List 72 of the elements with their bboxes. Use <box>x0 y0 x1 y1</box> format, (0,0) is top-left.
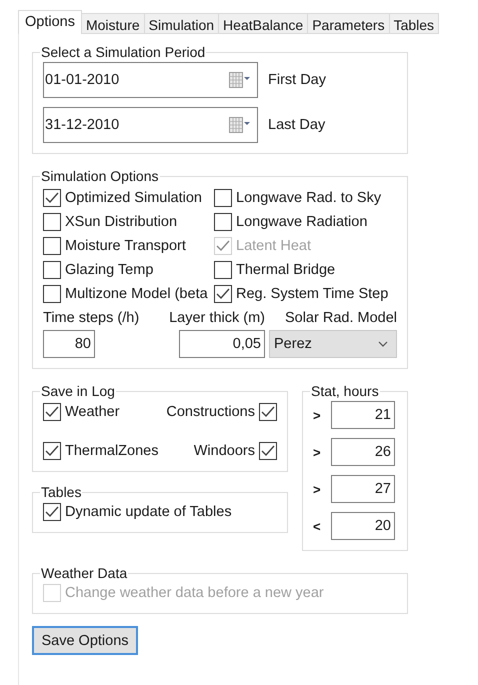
checkbox-label: Constructions <box>166 404 255 420</box>
checkbox[interactable] <box>214 285 232 303</box>
checkmark-icon <box>45 406 59 418</box>
checkbox-label: XSun Distribution <box>65 214 178 230</box>
checkbox[interactable] <box>43 503 61 521</box>
calendar-dropdown-icon[interactable] <box>229 72 251 88</box>
input-field[interactable]: 80 <box>43 330 95 358</box>
operator-label: > <box>313 482 322 496</box>
checkbox-label: Longwave Radiation <box>236 214 368 230</box>
date-label: First Day <box>268 72 326 88</box>
checkbox[interactable] <box>259 403 277 421</box>
tab[interactable]: HeatBalance <box>218 13 308 34</box>
group-title: Select a Simulation Period <box>40 44 206 60</box>
checkmark-icon <box>261 445 275 457</box>
tab[interactable]: Parameters <box>307 13 390 34</box>
checkbox-label: ThermalZones <box>65 443 158 459</box>
chevron-down-icon <box>378 341 388 347</box>
date-field[interactable]: 01-01-2010 <box>43 62 258 98</box>
checkbox-label: Thermal Bridge <box>236 262 336 278</box>
tab[interactable]: Simulation <box>144 13 220 34</box>
checkbox-label: Latent Heat <box>236 238 311 254</box>
tab[interactable]: Moisture <box>80 13 145 34</box>
group-title: Simulation Options <box>40 168 160 184</box>
checkbox[interactable] <box>214 213 232 231</box>
checkbox-label: Multizone Model (beta <box>65 286 208 302</box>
checkbox[interactable] <box>214 261 232 279</box>
checkbox-label: Reg. System Time Step <box>236 286 388 302</box>
input-field[interactable]: 0,05 <box>179 330 265 358</box>
group-title: Weather Data <box>40 565 128 581</box>
checkbox-label: Weather <box>65 404 120 420</box>
operator-label: > <box>313 408 322 422</box>
checkbox-label: Windoors <box>194 443 255 459</box>
save-options-button[interactable]: Save Options <box>32 626 138 655</box>
tab[interactable]: Tables <box>388 13 440 34</box>
tab[interactable]: Options <box>18 10 82 34</box>
field-label: Solar Rad. Model <box>284 310 397 326</box>
checkbox-label: Change weather data before a new year <box>65 585 324 601</box>
input-field[interactable]: 27 <box>331 475 395 503</box>
checkbox[interactable] <box>43 261 61 279</box>
dropdown[interactable]: Perez <box>269 330 397 358</box>
operator-label: < <box>313 518 322 534</box>
checkbox[interactable] <box>259 442 277 460</box>
group-title: Tables <box>40 484 82 500</box>
checkbox-label: Longwave Rad. to Sky <box>236 190 382 206</box>
checkbox-label: Optimized Simulation <box>65 190 202 206</box>
operator-label: > <box>313 444 322 460</box>
input-field[interactable]: 20 <box>331 512 395 540</box>
input-field[interactable]: 21 <box>331 401 395 429</box>
checkmark-icon <box>261 406 275 418</box>
checkbox-label: Dynamic update of Tables <box>65 504 232 520</box>
checkbox[interactable] <box>43 189 61 207</box>
group-title: Save in Log <box>40 383 116 399</box>
checkbox-label: Glazing Temp <box>65 262 154 278</box>
field-label: Layer thick (m) <box>169 310 265 326</box>
field-label: Time steps (/h) <box>43 310 140 326</box>
input-field[interactable]: 26 <box>331 438 395 466</box>
date-label: Last Day <box>268 117 326 133</box>
checkbox[interactable] <box>43 285 61 303</box>
checkmark-icon <box>216 240 230 252</box>
checkbox[interactable] <box>43 237 61 255</box>
checkmark-icon <box>45 192 59 204</box>
checkbox-label: Moisture Transport <box>65 238 186 254</box>
checkbox[interactable] <box>43 442 61 460</box>
checkbox[interactable] <box>43 213 61 231</box>
checkbox[interactable] <box>43 403 61 421</box>
checkbox[interactable] <box>214 189 232 207</box>
group-title: Stat, hours <box>310 383 380 399</box>
checkmark-icon <box>45 506 59 518</box>
calendar-dropdown-icon[interactable] <box>229 117 251 133</box>
checkmark-icon <box>216 288 230 300</box>
date-field[interactable]: 31-12-2010 <box>43 107 258 143</box>
checkmark-icon <box>45 445 59 457</box>
